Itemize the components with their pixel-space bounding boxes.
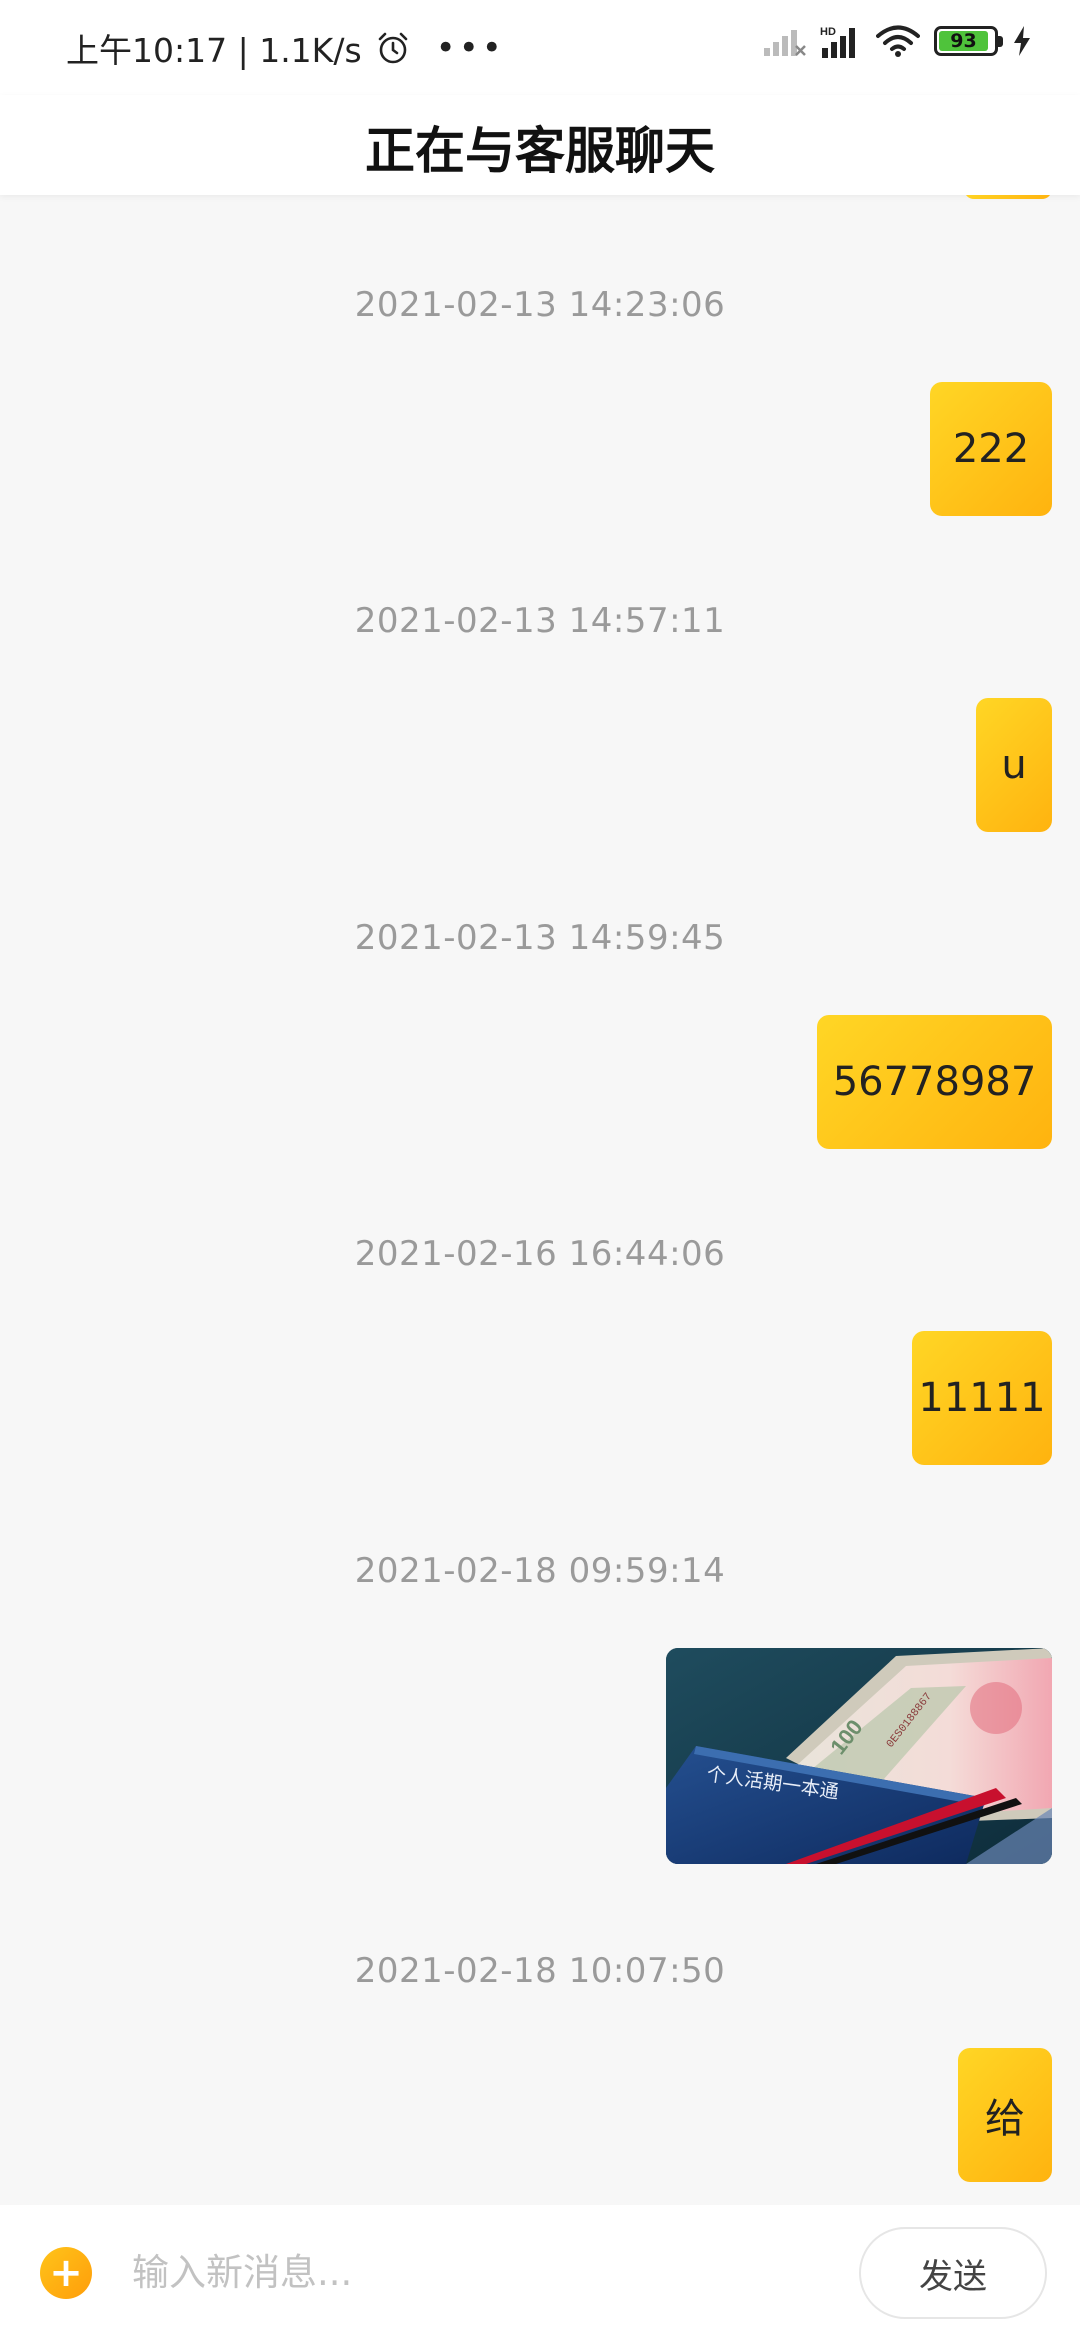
hd-signal-icon: HD [820, 26, 855, 58]
svg-text:HD: HD [820, 26, 836, 38]
plus-icon[interactable]: + [40, 2247, 92, 2299]
message-timestamp: 2021-02-18 10:07:50 [354, 1951, 726, 1991]
message-input[interactable] [132, 2241, 692, 2303]
alarm-icon [378, 32, 407, 64]
message-bubble[interactable]: 11111 [912, 1331, 1052, 1465]
status-bar: 上午10:17 | 1.1K/s ••• HD 93 [0, 0, 1080, 95]
message-timestamp: 2021-02-16 16:44:06 [354, 1234, 726, 1274]
status-left: 上午10:17 | 1.1K/s ••• [66, 24, 505, 72]
battery-level: 93 [939, 31, 988, 51]
message-bubble-partial[interactable] [964, 195, 1052, 199]
header: 正在与客服聊天 [0, 95, 1080, 195]
message-timestamp: 2021-02-13 14:59:45 [354, 918, 726, 958]
message-image[interactable]: 100 0ES0188867 个人活期一本通 [666, 1648, 1052, 1864]
message-bubble[interactable]: 56778987 [817, 1015, 1052, 1149]
passbook-and-banknotes-photo: 100 0ES0188867 个人活期一本通 [666, 1648, 1052, 1864]
message-bubble[interactable]: 222 [930, 382, 1052, 516]
message-timestamp: 2021-02-13 14:57:11 [354, 601, 726, 641]
more-icon: ••• [435, 28, 505, 68]
signal-icon [764, 30, 806, 56]
message-timestamp: 2021-02-13 14:23:06 [354, 285, 726, 325]
chat-area[interactable]: 2021-02-13 14:23:06 222 2021-02-13 14:57… [0, 195, 1080, 2205]
page-title: 正在与客服聊天 [365, 122, 715, 180]
send-button[interactable]: 发送 [859, 2227, 1047, 2319]
input-bar: + 发送 [0, 2205, 1080, 2340]
message-timestamp: 2021-02-18 09:59:14 [354, 1551, 726, 1591]
battery-icon: 93 [934, 26, 1003, 56]
message-bubble[interactable]: u [976, 698, 1052, 832]
status-right: HD 93 [750, 24, 1032, 58]
charging-icon [1014, 26, 1030, 56]
status-time-speed: 上午10:17 | 1.1K/s [66, 31, 362, 70]
wifi-icon [876, 25, 920, 57]
message-bubble[interactable]: 给 [958, 2048, 1052, 2182]
